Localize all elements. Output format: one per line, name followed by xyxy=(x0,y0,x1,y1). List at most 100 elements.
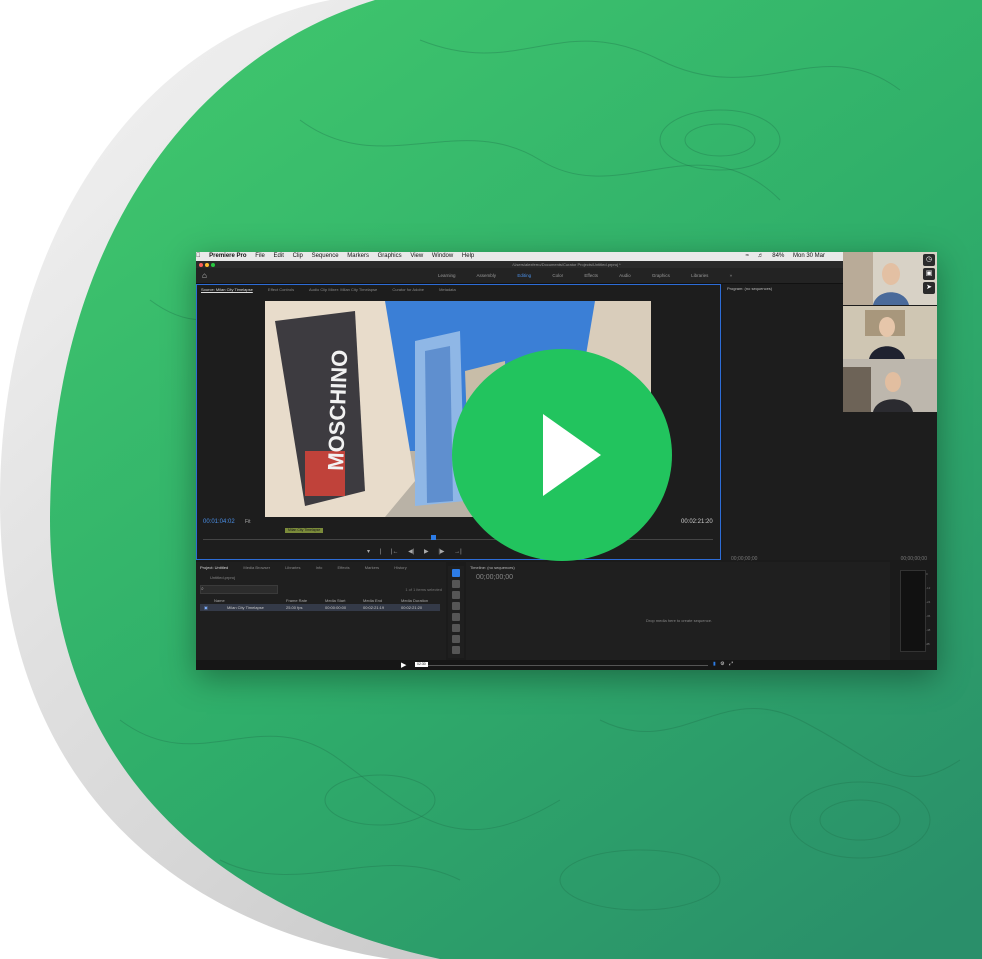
wifi-icon[interactable]: ≈ xyxy=(746,253,749,259)
recorder-progress-bar[interactable] xyxy=(428,665,708,666)
tab-effect-controls[interactable]: Effect Controls xyxy=(268,287,294,292)
project-search-input[interactable]: ⌕ xyxy=(200,585,278,594)
meter-scale-36: -36 xyxy=(926,614,931,618)
menu-clip[interactable]: Clip xyxy=(293,253,303,259)
menu-window[interactable]: Window xyxy=(432,253,453,259)
video-play-button[interactable] xyxy=(451,348,673,562)
play-icon xyxy=(452,349,672,561)
timeline-panel: Timeline: (no sequences) 00;00;00;00 Dro… xyxy=(466,562,890,660)
search-icon: ⌕ xyxy=(201,586,204,592)
menu-file[interactable]: File xyxy=(255,253,265,259)
pen-tool-icon[interactable] xyxy=(452,624,460,632)
apple-icon[interactable]:  xyxy=(196,253,201,259)
shop-sign-text: MOSCHINO xyxy=(323,349,352,471)
timeline-empty-message: Drop media here to create sequence. xyxy=(646,618,713,623)
signal-icon[interactable]: ▮ xyxy=(713,661,716,667)
workspace-tab-assembly[interactable]: Assembly xyxy=(477,273,497,278)
home-icon[interactable]: ⌂ xyxy=(202,268,207,283)
workspace-tab-graphics[interactable]: Graphics xyxy=(652,273,670,278)
workspace-tab-effects[interactable]: Effects xyxy=(584,273,598,278)
mark-out-icon[interactable]: | xyxy=(380,549,382,555)
tab-history[interactable]: History xyxy=(394,565,406,570)
column-media-start[interactable]: Media Start xyxy=(325,598,345,603)
razor-tool-icon[interactable] xyxy=(452,602,460,610)
timeline-timecode[interactable]: 00;00;00;00 xyxy=(476,574,513,581)
hand-tool-icon[interactable] xyxy=(452,635,460,643)
source-timecode[interactable]: 00:01:04:02 xyxy=(203,519,235,525)
clip-label: Milan City Timelapse xyxy=(285,528,324,533)
column-media-duration[interactable]: Media Duration xyxy=(401,598,428,603)
source-playhead[interactable] xyxy=(431,535,436,540)
workspace-tab-audio[interactable]: Audio xyxy=(619,273,631,278)
workspace-tab-editing[interactable]: Editing xyxy=(517,273,531,278)
camera-switch-icon[interactable]: ▣ xyxy=(923,268,935,280)
menu-edit[interactable]: Edit xyxy=(274,253,284,259)
workspace-overflow-icon[interactable]: » xyxy=(730,273,733,278)
go-to-in-icon[interactable]: |← xyxy=(391,549,399,555)
column-name[interactable]: Name xyxy=(214,598,225,603)
workspace-tab-libraries[interactable]: Libraries xyxy=(691,273,708,278)
step-back-icon[interactable]: ◀| xyxy=(408,549,414,555)
minimize-icon[interactable] xyxy=(205,263,209,267)
program-title[interactable]: Program: (no sequences) xyxy=(727,286,772,291)
window-title: /Users/alexferro/Documents/Curator Proje… xyxy=(512,262,621,267)
recorder-controls: ▮ ⚙ ⤢ xyxy=(710,661,733,667)
fullscreen-icon[interactable]: ⤢ xyxy=(729,661,733,667)
column-media-end[interactable]: Media End xyxy=(363,598,382,603)
tab-source[interactable]: Source: Milan City Timelapse xyxy=(201,287,253,292)
zoom-icon[interactable] xyxy=(211,263,215,267)
macos-menu-bar:  Premiere Pro File Edit Clip Sequence M… xyxy=(196,252,937,261)
menu-app-name[interactable]: Premiere Pro xyxy=(209,253,246,259)
meter-scale-24: -24 xyxy=(926,600,931,604)
track-select-tool-icon[interactable] xyxy=(452,580,460,588)
menu-help[interactable]: Help xyxy=(462,253,474,259)
battery-percent[interactable]: 84% xyxy=(772,253,784,259)
row-frame-rate: 25.00 fps xyxy=(286,605,303,610)
step-forward-icon[interactable]: |▶ xyxy=(438,549,444,555)
recorder-play-button[interactable]: ▶ xyxy=(401,661,406,669)
selection-tool-icon[interactable] xyxy=(452,569,460,577)
source-duration: 00:02:21:20 xyxy=(681,519,713,525)
volume-icon[interactable]: ♬ xyxy=(758,253,764,259)
clock[interactable]: Mon 30 Mar xyxy=(793,253,825,259)
menu-sequence[interactable]: Sequence xyxy=(312,253,339,259)
fit-dropdown[interactable]: Fit xyxy=(245,519,251,525)
settings-icon[interactable]: ⚙ xyxy=(720,661,724,667)
audio-meter-bar xyxy=(900,570,926,652)
audio-meters: 0 -12 -24 -36 -48 dB xyxy=(894,562,937,660)
video-call-participant-2 xyxy=(843,306,937,359)
column-frame-rate[interactable]: Frame Rate xyxy=(286,598,307,603)
menu-graphics[interactable]: Graphics xyxy=(378,253,402,259)
menu-view[interactable]: View xyxy=(410,253,423,259)
menu-markers[interactable]: Markers xyxy=(347,253,369,259)
video-call-controls: ◷ ▣ ➤ xyxy=(921,252,937,297)
items-selected-count: 1 of 1 items selected xyxy=(405,587,442,592)
tab-metadata[interactable]: Metadata xyxy=(439,287,456,292)
timeline-title[interactable]: Timeline: (no sequences) xyxy=(470,565,515,570)
table-row[interactable]: ▣ Milan City Timelapse 25.00 fps 00:00:0… xyxy=(200,604,440,611)
recorder-time-badge: 02:30 xyxy=(415,662,428,667)
ripple-edit-tool-icon[interactable] xyxy=(452,591,460,599)
tab-audio-clip-mixer[interactable]: Audio Clip Mixer: Milan City Timelapse xyxy=(309,287,377,292)
tab-project[interactable]: Project: Untitled xyxy=(200,565,228,570)
slip-tool-icon[interactable] xyxy=(452,613,460,621)
workspace-tab-color[interactable]: Color xyxy=(552,273,563,278)
tab-info[interactable]: Info xyxy=(316,565,323,570)
tab-curator[interactable]: Curator for Adobe xyxy=(392,287,424,292)
meter-scale-48: -48 xyxy=(926,628,931,632)
send-icon[interactable]: ➤ xyxy=(923,282,935,294)
row-media-start: 00:00:00:00 xyxy=(325,605,347,610)
type-tool-icon[interactable] xyxy=(452,646,460,654)
row-media-end: 00:02:21:19 xyxy=(363,605,385,610)
workspace-tab-learning[interactable]: Learning xyxy=(438,273,456,278)
row-media-duration: 00:02:21:20 xyxy=(401,605,423,610)
tab-media-browser[interactable]: Media Browser xyxy=(243,565,270,570)
clock-icon[interactable]: ◷ xyxy=(923,254,935,266)
close-icon[interactable] xyxy=(199,263,203,267)
tab-markers[interactable]: Markers xyxy=(365,565,379,570)
play-source-icon[interactable]: ▶ xyxy=(424,549,429,555)
mark-in-icon[interactable]: ▾ xyxy=(367,549,370,555)
tab-libraries[interactable]: Libraries xyxy=(285,565,300,570)
tab-effects[interactable]: Effects xyxy=(337,565,349,570)
video-call-participant-3 xyxy=(843,359,937,412)
